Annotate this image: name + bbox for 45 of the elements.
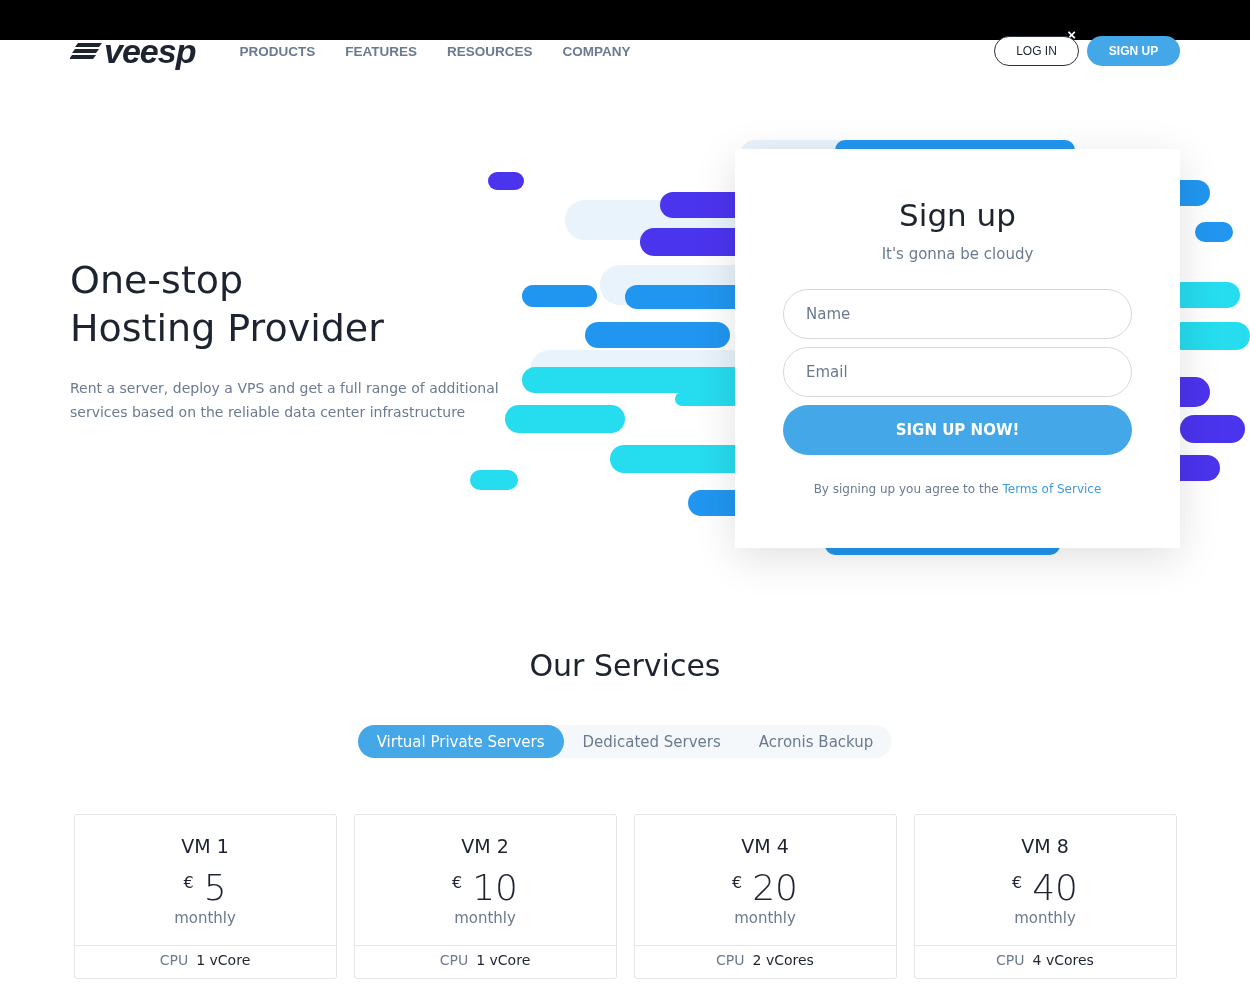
price: 5 — [203, 867, 227, 909]
hero-title: One-stop — [70, 257, 245, 304]
price: 20 — [752, 867, 798, 909]
plan-name: VM 4 — [741, 835, 789, 857]
logo[interactable]: veesp — [104, 31, 202, 71]
price: 10 — [472, 867, 518, 909]
input-field[interactable]: Email — [783, 347, 1132, 397]
billing-period: monthly — [174, 909, 236, 927]
form-subtitle: It's gonna be cloudy — [881, 245, 1034, 263]
plan-name: VM 1 — [181, 835, 229, 857]
form-title: Sign up — [899, 197, 1016, 233]
plan-name: VM 8 — [1021, 835, 1069, 857]
currency-symbol: € — [1012, 873, 1023, 892]
spec-label: CPU — [716, 952, 745, 968]
spec-value: 4 vCores — [1032, 952, 1094, 968]
terms-text: By signing up you agree to the Terms of Service — [813, 482, 1102, 496]
currency-symbol: € — [732, 873, 743, 892]
signup-button[interactable]: SIGN UP — [1087, 36, 1180, 66]
hero-title: Hosting Provider — [70, 305, 385, 352]
input-field[interactable]: Name — [783, 289, 1132, 339]
nav-link[interactable]: COMPANY — [562, 43, 631, 59]
billing-period: monthly — [454, 909, 516, 927]
tab[interactable]: Virtual Private Servers — [357, 725, 564, 758]
tab[interactable]: Acronis Backup — [739, 725, 893, 758]
tab[interactable]: Dedicated Servers — [563, 725, 740, 758]
currency-symbol: € — [452, 873, 463, 892]
spec-label: CPU — [996, 952, 1025, 968]
spec-value: 1 vCore — [196, 952, 251, 968]
billing-period: monthly — [1014, 909, 1076, 927]
spec-label: CPU — [439, 952, 469, 968]
spec-value: 1 vCore — [476, 952, 531, 968]
section-title: Our Services — [529, 648, 721, 683]
spec-label: CPU — [159, 952, 189, 968]
plan-name: VM 2 — [461, 835, 509, 857]
nav-link[interactable]: FEATURES — [345, 43, 417, 59]
hero-description: Rent a server, deploy a VPS and get a full range of additional services based on the reliable data center infrastructure — [70, 379, 500, 422]
terms-link[interactable]: Terms of Service — [1002, 482, 1102, 496]
signup-now-button[interactable]: SIGN UP NOW! — [783, 405, 1132, 455]
spec-value: 2 vCores — [752, 952, 814, 968]
billing-period: monthly — [734, 909, 796, 927]
price: 40 — [1032, 867, 1078, 909]
stripes-icon — [70, 41, 102, 61]
currency-symbol: € — [183, 873, 194, 892]
nav-link[interactable]: RESOURCES — [446, 43, 533, 59]
nav-link[interactable]: PRODUCTS — [239, 43, 316, 59]
